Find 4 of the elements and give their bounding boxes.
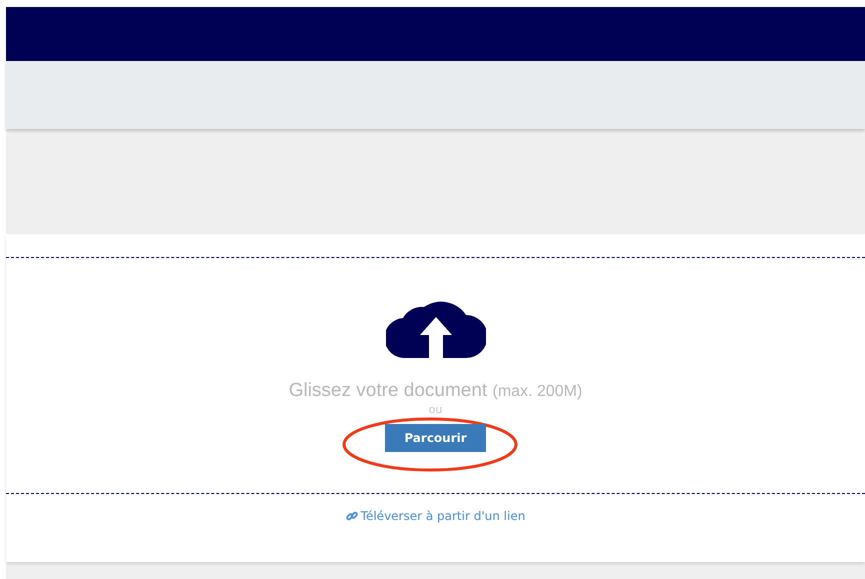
drop-instruction: Glissez votre document (max. 200M)	[288, 380, 582, 402]
upload-from-link[interactable]: Téléverser à partir d'un lien	[346, 509, 526, 523]
link-icon	[346, 510, 358, 522]
browse-button[interactable]: Parcourir	[385, 424, 486, 452]
